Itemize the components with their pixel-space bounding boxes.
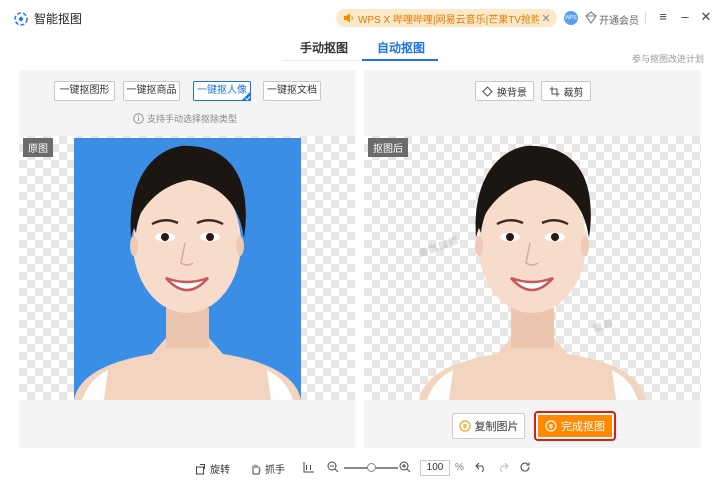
active-tab-indicator <box>362 59 438 61</box>
ad-banner[interactable]: WPS X 哔哩哔哩|网易云音乐|芒果TV抢购中! ✕ <box>336 9 557 27</box>
result-tag: 抠图后 <box>368 138 408 157</box>
cutout-document-button[interactable]: 一键抠文档 <box>263 81 321 101</box>
tab-manual-cutout[interactable]: 手动抠图 <box>300 39 348 56</box>
app-logo-icon <box>14 12 28 26</box>
original-canvas[interactable]: 原图 <box>19 136 355 400</box>
original-tag: 原图 <box>23 138 53 157</box>
original-portrait-image <box>74 138 301 400</box>
coin-icon <box>458 420 471 432</box>
zoom-out-button[interactable] <box>327 461 342 473</box>
change-background-label: 换背景 <box>497 87 527 99</box>
cutout-portrait-image: ▪▪▪▪ ▪▪ <box>419 145 646 400</box>
ad-text: WPS X 哔哩哔哩|网易云音乐|芒果TV抢购中! <box>358 14 539 26</box>
cutout-portrait-label: 一键抠人像 <box>197 85 247 96</box>
bottom-toolbar: 旋转 抓手 100 % <box>0 456 720 480</box>
vip-diamond-icon <box>585 11 597 24</box>
ad-close-icon[interactable]: ✕ <box>539 12 553 25</box>
rotate-button[interactable]: 旋转 <box>195 461 230 476</box>
rotate-icon <box>196 463 205 474</box>
cutout-shape-button[interactable]: 一键抠图形 <box>54 81 115 101</box>
copy-image-button[interactable]: 复制图片 <box>452 413 525 439</box>
coin-icon <box>545 420 557 432</box>
grab-label: 抓手 <box>265 465 285 476</box>
hand-icon <box>252 464 261 474</box>
zoom-out-icon <box>327 461 339 473</box>
redo-button[interactable] <box>497 461 512 473</box>
zoom-input[interactable]: 100 <box>420 460 450 476</box>
zoom-in-button[interactable] <box>399 461 414 473</box>
crop-label: 裁剪 <box>563 87 584 99</box>
undo-button[interactable] <box>475 461 490 473</box>
result-canvas[interactable]: ▪▪▪▪ ▪▪ 抠图后 <box>364 136 701 400</box>
copy-image-label: 复制图片 <box>474 421 519 433</box>
cutout-figure <box>419 145 646 400</box>
result-panel: 换背景 裁剪 ▪▪▪▪ ▪▪ 抠图后 复制图片 完成抠图 <box>364 70 701 448</box>
speaker-icon <box>344 13 353 23</box>
original-panel: 一键抠图形 一键抠商品 一键抠人像 一键抠文档 支持手动选择抠除类型 原图 <box>19 70 355 448</box>
reset-button[interactable] <box>519 461 534 473</box>
crop-button[interactable]: 裁剪 <box>541 81 591 101</box>
diamond-icon <box>482 85 493 97</box>
close-icon[interactable]: ✕ <box>698 9 714 25</box>
finish-cutout-button[interactable]: 完成抠图 <box>534 411 616 441</box>
zoom-unit: % <box>455 462 464 473</box>
undo-icon <box>475 462 484 473</box>
svg-text:▪▪▪▪: ▪▪▪▪ <box>419 229 461 262</box>
rotate-label: 旋转 <box>210 465 230 476</box>
feedback-link[interactable]: 参与抠图改进计划 <box>632 52 704 65</box>
selected-check-icon <box>241 91 251 101</box>
info-icon <box>133 113 144 124</box>
title-bar: 智能抠图 WPS X 哔哩哔哩|网易云音乐|芒果TV抢购中! ✕ WPS 开通会… <box>0 0 720 36</box>
menu-icon[interactable]: ≡ <box>655 9 671 25</box>
avatar[interactable]: WPS <box>564 11 578 25</box>
minimize-icon[interactable]: – <box>677 9 693 25</box>
change-background-button[interactable]: 换背景 <box>475 81 534 101</box>
mode-tabs: 手动抠图 自动抠图 参与抠图改进计划 <box>0 36 720 65</box>
fit-size-icon <box>303 462 314 473</box>
titlebar-divider <box>645 12 646 24</box>
hint-label: 支持手动选择抠除类型 <box>147 114 238 124</box>
cutout-portrait-button[interactable]: 一键抠人像 <box>193 81 251 101</box>
refresh-icon <box>520 462 530 472</box>
app-title: 智能抠图 <box>34 12 83 26</box>
open-vip-link[interactable]: 开通会员 <box>599 12 639 27</box>
finish-cutout-label: 完成抠图 <box>561 421 605 433</box>
zoom-slider-handle[interactable] <box>367 463 376 472</box>
zoom-in-icon <box>399 461 411 473</box>
hint-text: 支持手动选择抠除类型 <box>133 112 237 125</box>
fit-size-button[interactable] <box>303 461 318 473</box>
redo-icon <box>500 462 509 473</box>
cutout-product-button[interactable]: 一键抠商品 <box>123 81 180 101</box>
grab-button[interactable]: 抓手 <box>250 461 285 476</box>
svg-text:▪▪: ▪▪ <box>589 311 616 336</box>
tab-auto-cutout[interactable]: 自动抠图 <box>377 39 425 56</box>
crop-icon <box>549 86 559 96</box>
